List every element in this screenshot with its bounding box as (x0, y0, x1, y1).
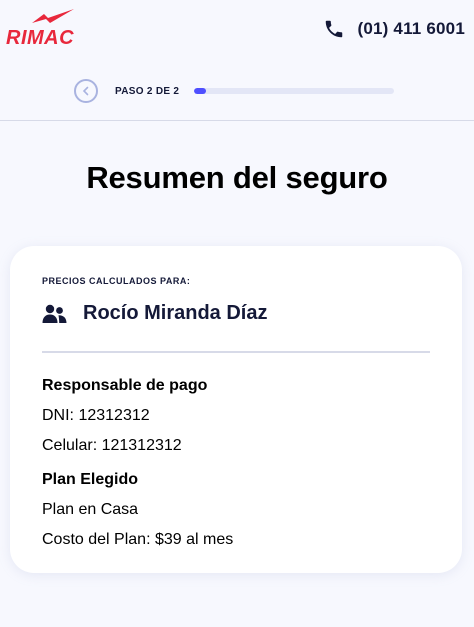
back-button[interactable] (74, 79, 98, 103)
divider (42, 351, 430, 353)
phone-number: (01) 411 6001 (357, 19, 465, 38)
progress-fill (194, 88, 207, 94)
dni-value: DNI: 12312312 (42, 407, 150, 424)
page-title: Resumen del seguro (86, 160, 388, 195)
plan-cost: Costo del Plan: $39 al mes (42, 531, 234, 548)
insured-person: Rocío Miranda Díaz (42, 302, 267, 325)
payer-section-title: Responsable de pago (42, 377, 208, 394)
chevron-left-icon (82, 86, 89, 96)
header: RIMAC (01) 411 6001 PASO 2 DE 2 (0, 0, 474, 121)
phone-icon (326, 20, 343, 38)
step-label: PASO 2 DE 2 (115, 85, 180, 97)
cellphone-value: Celular: 121312312 (42, 437, 182, 454)
progress-bar (194, 88, 395, 94)
logo-swoosh-icon (32, 9, 74, 23)
users-icon (42, 304, 67, 323)
phone-contact[interactable]: (01) 411 6001 (323, 18, 465, 40)
summary-card: PRECIOS CALCULADOS PARA: Rocío Miranda D… (10, 246, 462, 573)
stepper: PASO 2 DE 2 (74, 79, 395, 103)
rimac-logo[interactable]: RIMAC (6, 8, 80, 48)
plan-section-title: Plan Elegido (42, 471, 139, 488)
plan-name: Plan en Casa (42, 501, 139, 518)
logo-wordmark: RIMAC (6, 27, 75, 49)
card-eyebrow: PRECIOS CALCULADOS PARA: (42, 276, 191, 286)
insured-name: Rocío Miranda Díaz (83, 302, 268, 324)
